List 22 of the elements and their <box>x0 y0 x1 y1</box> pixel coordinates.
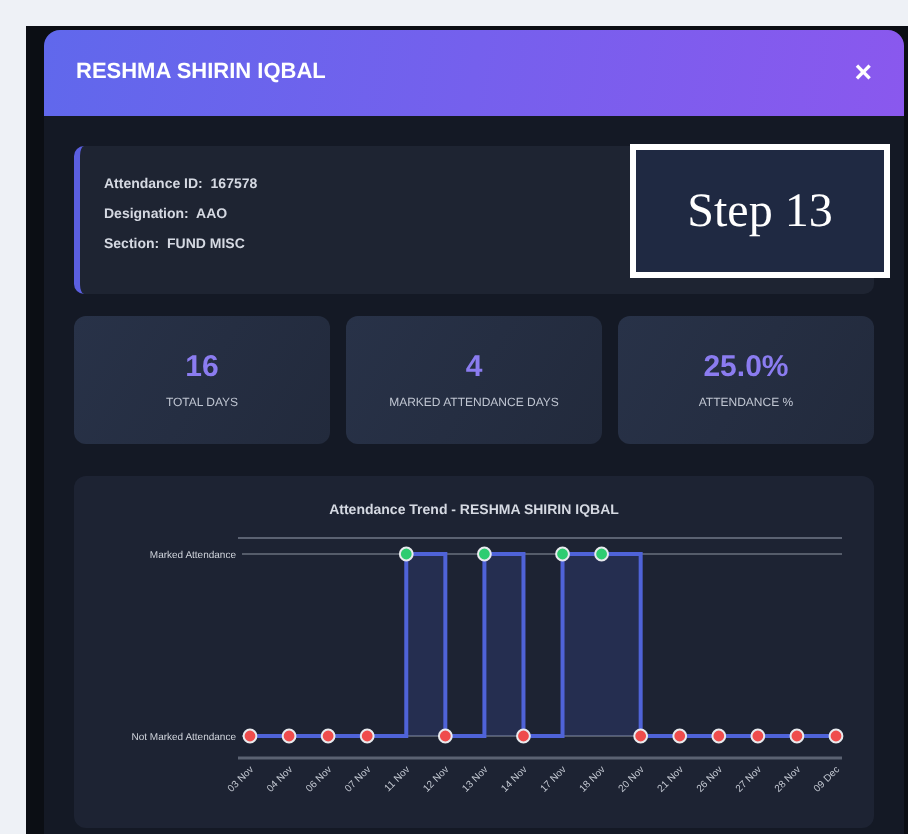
close-button[interactable]: × <box>854 58 872 88</box>
stat-value: 25.0% <box>703 351 789 381</box>
step-annotation: Step 13 <box>630 144 890 278</box>
data-point <box>711 728 727 744</box>
data-point <box>437 728 453 744</box>
data-point <box>672 728 688 744</box>
data-point <box>750 728 766 744</box>
data-point <box>633 728 649 744</box>
data-point <box>320 728 336 744</box>
data-point <box>477 546 492 562</box>
data-point <box>242 728 258 744</box>
modal-title: RESHMA SHIRIN IQBAL <box>76 58 326 89</box>
data-point <box>516 728 531 744</box>
data-point <box>789 728 805 744</box>
data-point <box>555 546 570 562</box>
data-point <box>828 728 844 744</box>
data-point <box>594 546 609 562</box>
data-point <box>281 728 297 744</box>
data-point <box>398 546 414 562</box>
data-point <box>359 728 375 744</box>
stat-value: 16 <box>185 351 219 381</box>
stat-value: 4 <box>465 351 483 381</box>
